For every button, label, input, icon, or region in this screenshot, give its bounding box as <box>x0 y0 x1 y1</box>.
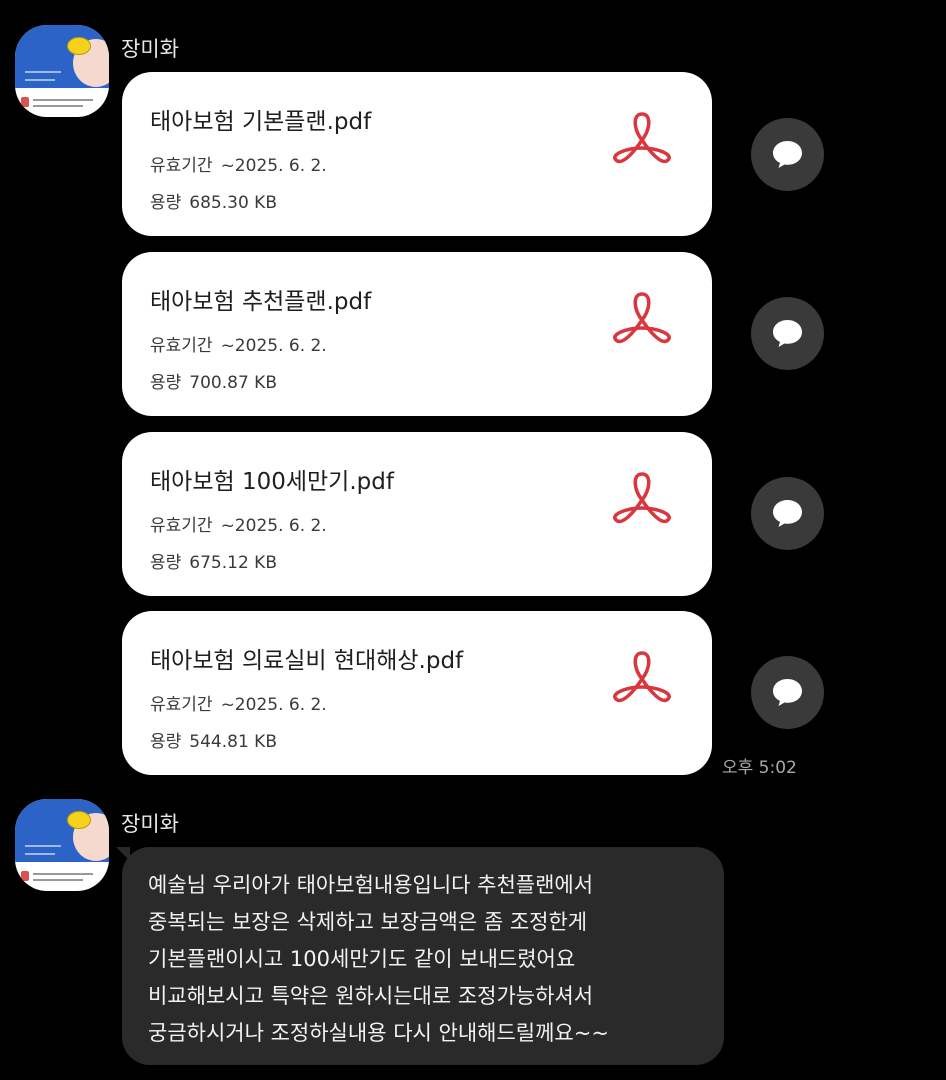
file-name: 태아보험 추천플랜.pdf <box>150 289 372 315</box>
message-line: 궁금하시거나 조정하실내용 다시 안내해드릴께요~~ <box>148 1021 609 1045</box>
avatar-image-line <box>25 845 61 847</box>
expiry-value: ~2025. 6. 2. <box>220 516 327 536</box>
message-line: 중복되는 보장은 삭제하고 보장금액은 좀 조정한게 <box>148 910 588 934</box>
message-line: 예술님 우리아가 태아보험내용입니다 추천플랜에서 <box>148 873 594 897</box>
file-expiry: 유효기간 ~2025. 6. 2. <box>150 151 327 176</box>
file-name: 태아보험 100세만기.pdf <box>150 469 394 495</box>
avatar-image-text <box>33 99 93 101</box>
share-button[interactable] <box>751 297 824 370</box>
file-expiry: 유효기간 ~2025. 6. 2. <box>150 690 327 715</box>
file-expiry: 유효기간 ~2025. 6. 2. <box>150 511 327 536</box>
size-label: 용량 <box>150 553 182 573</box>
file-size: 용량 675.12 KB <box>150 548 277 573</box>
expiry-value: ~2025. 6. 2. <box>220 156 327 176</box>
message-timestamp: 오후 5:02 <box>722 758 797 778</box>
speech-bubble-icon <box>773 679 802 706</box>
size-value: 675.12 KB <box>189 553 277 573</box>
expiry-value: ~2025. 6. 2. <box>220 336 327 356</box>
sender-avatar[interactable] <box>15 799 109 891</box>
pdf-acrobat-icon <box>613 651 671 703</box>
message-line: 비교해보시고 특약은 원하시는대로 조정가능하셔서 <box>148 984 594 1008</box>
file-message-card[interactable]: 태아보험 100세만기.pdf 유효기간 ~2025. 6. 2. 용량 675.1… <box>122 432 712 596</box>
avatar-image-line <box>25 71 61 73</box>
file-size: 용량 700.87 KB <box>150 368 277 393</box>
expiry-value: ~2025. 6. 2. <box>220 695 327 715</box>
file-message-card[interactable]: 태아보험 의료실비 현대해상.pdf 유효기간 ~2025. 6. 2. 용량 54… <box>122 611 712 775</box>
expiry-label: 유효기간 <box>150 156 213 176</box>
expiry-label: 유효기간 <box>150 695 213 715</box>
size-label: 용량 <box>150 732 182 752</box>
file-expiry: 유효기간 ~2025. 6. 2. <box>150 331 327 356</box>
avatar-image-text <box>33 105 83 107</box>
file-name: 태아보험 기본플랜.pdf <box>150 109 372 135</box>
speech-bubble-icon <box>773 500 802 527</box>
avatar-image-mark <box>21 97 29 107</box>
size-value: 700.87 KB <box>189 373 277 393</box>
size-value: 544.81 KB <box>189 732 277 752</box>
text-message-bubble[interactable]: 예술님 우리아가 태아보험내용입니다 추천플랜에서 중복되는 보장은 삭제하고 … <box>116 847 724 1065</box>
share-button[interactable] <box>751 477 824 550</box>
sender-avatar[interactable] <box>15 25 109 117</box>
pdf-acrobat-icon <box>613 112 671 164</box>
avatar-image-line <box>25 79 55 81</box>
avatar-talk-bubble-icon <box>67 811 91 829</box>
file-size: 용량 685.30 KB <box>150 188 277 213</box>
pdf-acrobat-icon <box>613 292 671 344</box>
file-message-card[interactable]: 태아보험 기본플랜.pdf 유효기간 ~2025. 6. 2. 용량 685.30 … <box>122 72 712 236</box>
avatar-image-mark <box>21 871 29 881</box>
sender-name: 장미화 <box>121 812 179 836</box>
speech-bubble-icon <box>773 141 802 168</box>
avatar-image-text <box>33 879 83 881</box>
sender-name: 장미화 <box>121 37 179 61</box>
expiry-label: 유효기간 <box>150 336 213 356</box>
size-label: 용량 <box>150 193 182 213</box>
share-button[interactable] <box>751 118 824 191</box>
file-name: 태아보험 의료실비 현대해상.pdf <box>150 648 464 674</box>
bubble-tail <box>116 847 130 861</box>
size-label: 용량 <box>150 373 182 393</box>
file-message-card[interactable]: 태아보험 추천플랜.pdf 유효기간 ~2025. 6. 2. 용량 700.87 … <box>122 252 712 416</box>
share-button[interactable] <box>751 656 824 729</box>
pdf-acrobat-icon <box>613 472 671 524</box>
avatar-talk-bubble-icon <box>67 37 91 55</box>
size-value: 685.30 KB <box>189 193 277 213</box>
avatar-image-line <box>25 853 55 855</box>
avatar-image-text <box>33 873 93 875</box>
expiry-label: 유효기간 <box>150 516 213 536</box>
file-size: 용량 544.81 KB <box>150 727 277 752</box>
message-line: 기본플랜이시고 100세만기도 같이 보내드렸어요 <box>148 947 576 971</box>
speech-bubble-icon <box>773 320 802 347</box>
